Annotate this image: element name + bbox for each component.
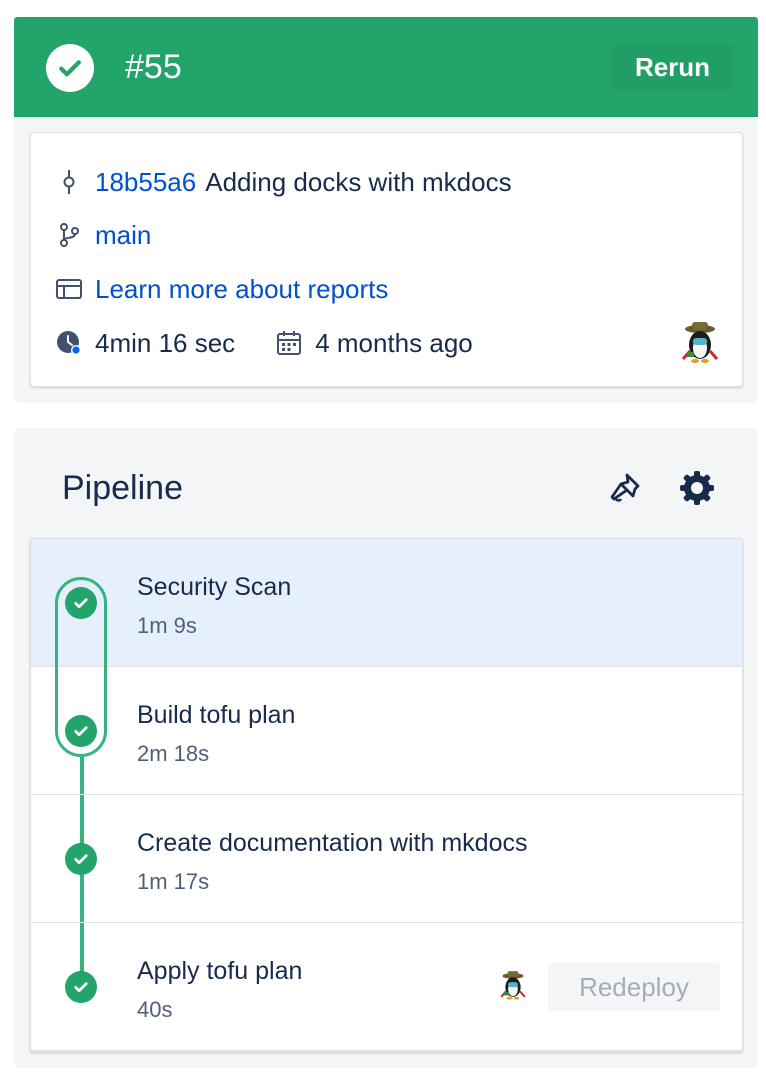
- pipeline-step-build-tofu-plan[interactable]: Build tofu plan 2m 18s: [31, 667, 742, 795]
- pipeline-run-header: #55 Rerun: [14, 17, 758, 117]
- step-duration: 1m 9s: [137, 613, 197, 638]
- pipeline-title: Pipeline: [62, 469, 183, 507]
- pipeline-panel: Pipeline Security Scan 1m 9s Build tofu …: [14, 428, 758, 1068]
- branch-row: main: [55, 218, 151, 252]
- redeploy-button[interactable]: Redeploy: [548, 963, 720, 1011]
- run-info-panel: 18b55a6 Adding docks with mkdocs main Le…: [14, 117, 758, 403]
- user-avatar[interactable]: [677, 319, 723, 365]
- calendar-icon: [275, 329, 303, 357]
- run-started-time: 4 months ago: [315, 327, 473, 358]
- branch-link[interactable]: main: [95, 220, 151, 251]
- reports-row: Learn more about reports: [55, 272, 388, 306]
- run-number: #55: [125, 48, 182, 86]
- reports-icon: [55, 275, 83, 303]
- learn-more-reports-link[interactable]: Learn more about reports: [95, 274, 388, 305]
- step-name: Security Scan: [137, 573, 292, 601]
- step-duration: 40s: [137, 997, 173, 1022]
- settings-gear-icon[interactable]: [677, 468, 717, 508]
- pipeline-step-apply-tofu-plan[interactable]: Apply tofu plan 40s Redeploy: [31, 923, 742, 1051]
- notification-bell-icon[interactable]: [607, 470, 643, 506]
- step-name: Build tofu plan: [137, 701, 296, 729]
- step-duration: 1m 17s: [137, 869, 210, 894]
- commit-hash-link[interactable]: 18b55a6: [95, 167, 196, 198]
- commit-row: 18b55a6 Adding docks with mkdocs: [55, 165, 512, 199]
- step-success-check-icon: [65, 843, 97, 875]
- rerun-button[interactable]: Rerun: [612, 44, 733, 91]
- step-name: Apply tofu plan: [137, 957, 303, 985]
- duration-clock-icon: [55, 329, 83, 357]
- run-info-card: 18b55a6 Adding docks with mkdocs main Le…: [30, 132, 743, 387]
- run-duration: 4min 16 sec: [95, 327, 236, 358]
- success-check-icon: [46, 44, 94, 92]
- branch-icon: [55, 221, 83, 249]
- commit-icon: [55, 168, 83, 196]
- pipeline-steps-list: Security Scan 1m 9s Build tofu plan 2m 1…: [30, 538, 743, 1052]
- step-success-check-icon: [65, 715, 97, 747]
- step-duration: 2m 18s: [137, 741, 210, 766]
- deployer-avatar[interactable]: [497, 969, 529, 1001]
- step-success-check-icon: [65, 971, 97, 1003]
- meta-row: 4min 16 sec 4 months ago: [55, 326, 473, 360]
- commit-message: Adding docks with mkdocs: [205, 166, 512, 197]
- pipeline-step-create-documentation[interactable]: Create documentation with mkdocs 1m 17s: [31, 795, 742, 923]
- step-name: Create documentation with mkdocs: [137, 829, 528, 857]
- step-success-check-icon: [65, 587, 97, 619]
- pipeline-step-security-scan[interactable]: Security Scan 1m 9s: [31, 539, 742, 667]
